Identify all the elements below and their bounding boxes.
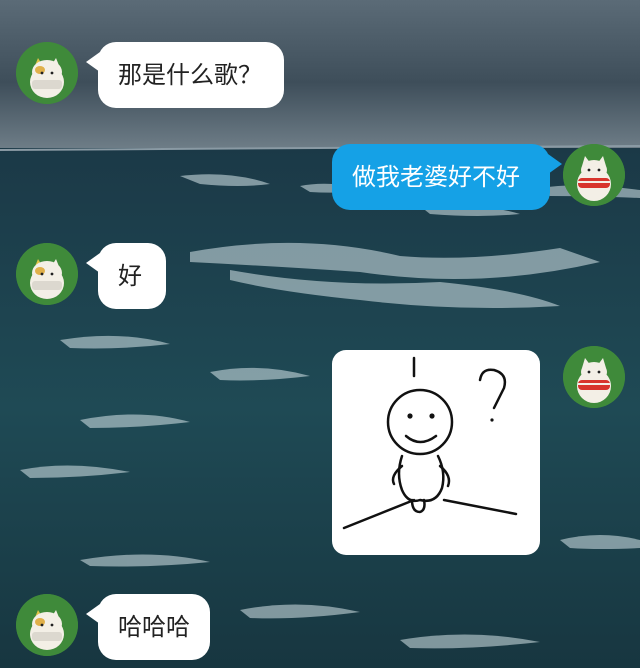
cat-avatar-incoming[interactable] xyxy=(16,42,78,104)
sea-background xyxy=(0,0,640,668)
cat-avatar-incoming[interactable] xyxy=(16,594,78,656)
cat-avatar-outgoing[interactable] xyxy=(563,346,625,408)
stick-figure-question-mark-icon xyxy=(342,356,518,530)
cat-icon xyxy=(16,243,78,305)
cat-avatar-incoming[interactable] xyxy=(16,243,78,305)
cat-icon xyxy=(16,594,78,656)
message-bubble[interactable]: 好 xyxy=(98,243,166,309)
message-bubble[interactable]: 做我老婆好不好 xyxy=(332,144,550,210)
cat-icon xyxy=(563,346,625,408)
cat-icon xyxy=(563,144,625,206)
sticker-message[interactable] xyxy=(332,350,540,555)
message-bubble[interactable]: 那是什么歌？ xyxy=(98,42,284,108)
message-bubble[interactable]: 哈哈哈 xyxy=(98,594,210,660)
bubble-tail xyxy=(548,154,562,174)
cat-avatar-outgoing[interactable] xyxy=(563,144,625,206)
cat-icon xyxy=(16,42,78,104)
